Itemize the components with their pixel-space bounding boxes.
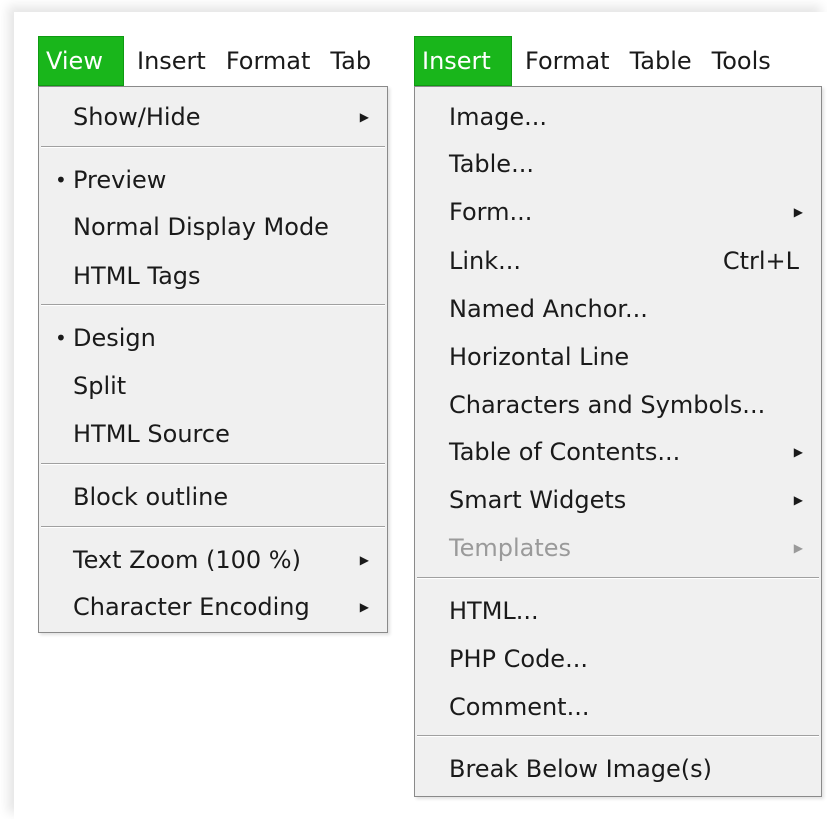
menu-separator [417,577,819,579]
menu-item-table[interactable]: Table... [415,141,821,187]
menu-item-label: Link... [449,247,522,275]
menu-item-preview[interactable]: • Preview [39,157,387,203]
menu-item-html-tags[interactable]: HTML Tags [39,253,387,299]
submenu-arrow-icon: ▶ [793,541,803,555]
menu-separator [41,146,385,148]
menu-item-block-outline[interactable]: Block outline [39,474,387,520]
menu-item-label: Break Below Image(s) [449,755,713,783]
menu-item-normal-display-mode[interactable]: Normal Display Mode [39,204,387,250]
menu-item-break-below-images[interactable]: Break Below Image(s) [415,746,821,792]
submenu-arrow-icon: ▶ [793,445,803,459]
menubar-table-label: Table [629,47,692,75]
menubar-tools[interactable]: Tools [705,36,778,86]
menu-item-label: Normal Display Mode [73,213,329,241]
shortcut-label: Ctrl+L [722,247,799,275]
menu-item-character-encoding[interactable]: Character Encoding ▶ [39,584,387,630]
menu-item-form[interactable]: Form... ▶ [415,189,821,235]
menubar-insert[interactable]: Insert [130,36,213,86]
menu-item-text-zoom[interactable]: Text Zoom (100 %) ▶ [39,537,387,583]
menu-item-label: HTML Tags [73,262,201,290]
menu-item-label: Text Zoom (100 %) [73,546,301,574]
menu-item-label: Smart Widgets [449,486,627,514]
menu-separator [41,463,385,465]
menu-item-label: PHP Code... [449,645,588,673]
menu-separator [41,304,385,306]
menubar-table-truncated[interactable]: Tab [323,36,378,86]
menu-item-label: Character Encoding [73,593,310,621]
menubar-insert-label: Insert [422,47,491,75]
menu-item-table-of-contents[interactable]: Table of Contents... ▶ [415,429,821,475]
right-menubar: Insert Format Table Tools [414,36,824,86]
menu-item-label: Preview [73,166,167,194]
menubar-format-label: Format [225,47,311,75]
menu-item-label: Block outline [73,483,229,511]
menubar-table-label: Tab [330,47,372,75]
menubar-insert-label: Insert [137,47,206,75]
menu-item-named-anchor[interactable]: Named Anchor... [415,286,821,332]
menu-item-label: Split [73,372,127,400]
menubar-format-label: Format [525,47,610,75]
radio-bullet-icon: • [55,168,67,192]
submenu-arrow-icon: ▶ [793,493,803,507]
insert-menu: Image... Table... Form... ▶ Link... Ctrl… [414,86,822,797]
menu-item-html[interactable]: HTML... [415,588,821,634]
menu-item-label: Templates [449,534,572,562]
menubar-format[interactable]: Format [219,36,318,86]
menubar-view-label: View [46,47,103,75]
menu-item-show-hide[interactable]: Show/Hide ▶ [39,94,387,140]
menubar-insert-active[interactable]: Insert [414,36,512,86]
menu-item-label: Form... [449,198,533,226]
menu-item-design[interactable]: • Design [39,315,387,361]
view-menu: Show/Hide ▶ • Preview Normal Display Mod… [38,86,388,633]
menu-item-comment[interactable]: Comment... [415,684,821,730]
menu-item-split[interactable]: Split [39,363,387,409]
menubar-tools-label: Tools [711,47,771,75]
menu-item-html-source[interactable]: HTML Source [39,411,387,457]
menu-item-label: Table... [449,150,534,178]
menubar-format[interactable]: Format [518,36,617,86]
menu-item-smart-widgets[interactable]: Smart Widgets ▶ [415,477,821,523]
submenu-arrow-icon: ▶ [359,600,369,614]
menu-separator [41,526,385,528]
menubar-view[interactable]: View [38,36,124,86]
submenu-arrow-icon: ▶ [793,205,803,219]
menu-item-label: Comment... [449,693,590,721]
radio-bullet-icon: • [55,326,67,350]
menu-item-label: Table of Contents... [449,438,681,466]
menu-item-label: HTML... [449,597,539,625]
menubar-table[interactable]: Table [623,36,699,86]
menu-item-image[interactable]: Image... [415,94,821,140]
menu-item-php-code[interactable]: PHP Code... [415,636,821,682]
menu-item-label: Design [73,324,156,352]
menu-item-characters-and-symbols[interactable]: Characters and Symbols... [415,382,821,428]
menu-item-templates: Templates ▶ [415,525,821,571]
menu-item-label: Image... [449,103,548,131]
menu-item-label: Named Anchor... [449,295,648,323]
menu-item-link[interactable]: Link... Ctrl+L [415,238,821,284]
menu-separator [417,735,819,737]
menu-item-label: HTML Source [73,420,230,448]
submenu-arrow-icon: ▶ [359,553,369,567]
submenu-arrow-icon: ▶ [359,110,369,124]
left-menubar: View Insert Format Tab [38,36,388,86]
menu-item-horizontal-line[interactable]: Horizontal Line [415,334,821,380]
menu-item-label: Horizontal Line [449,343,630,371]
menu-item-label: Show/Hide [73,103,201,131]
menu-item-label: Characters and Symbols... [449,391,766,419]
